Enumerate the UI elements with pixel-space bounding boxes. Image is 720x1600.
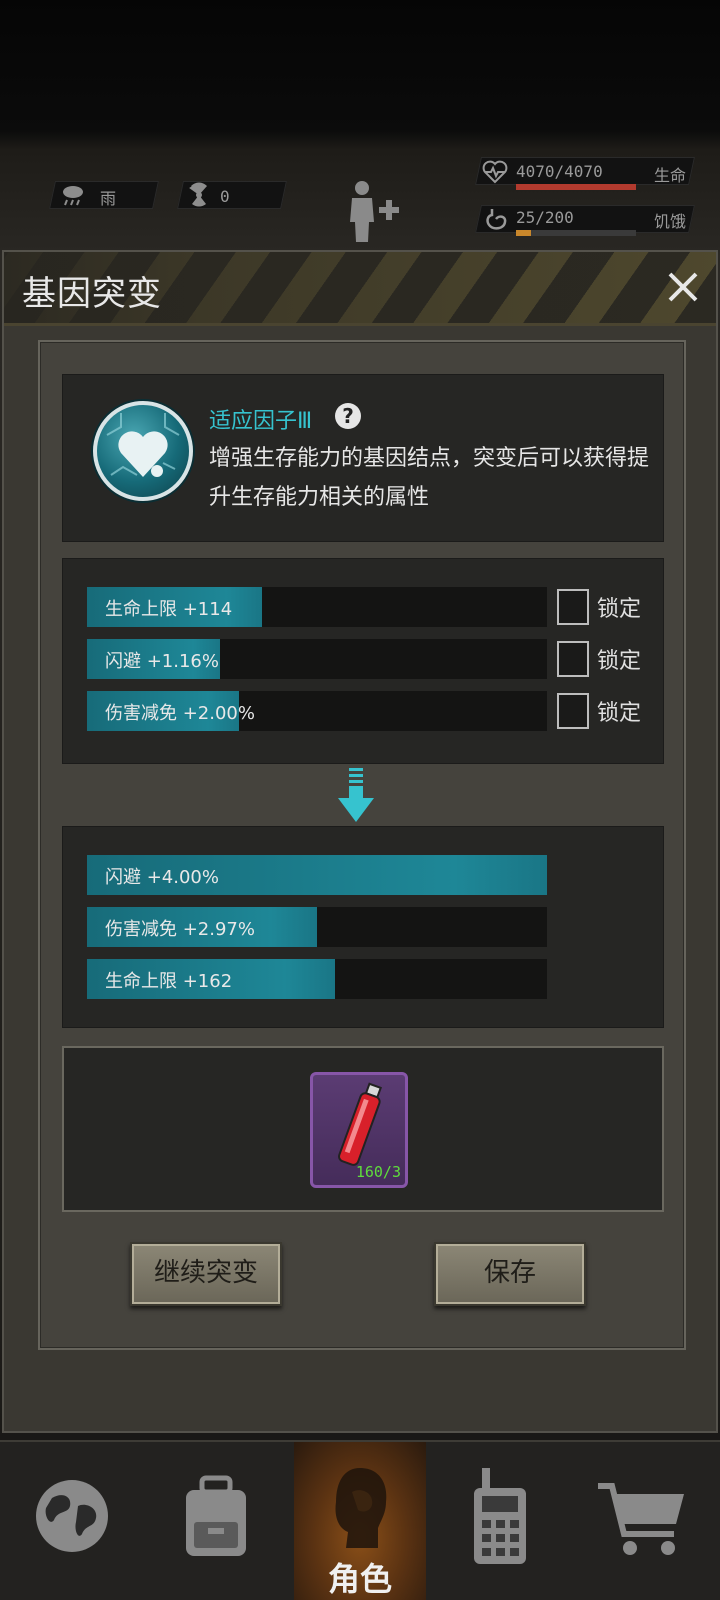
gene-name: 适应因子Ⅲ (209, 409, 313, 434)
nav-item-character[interactable]: 角色 (294, 1442, 426, 1600)
item-count: 160/3 (355, 1163, 401, 1181)
current-stats-box: 生命上限 +114 锁定 闪避 +1.16% 锁定 伤害减免 +2.00% 锁定 (62, 558, 664, 764)
lock-checkbox[interactable] (557, 641, 589, 677)
health-bar-fill (516, 184, 636, 190)
lock-checkbox[interactable] (557, 693, 589, 729)
health-bar (516, 184, 636, 190)
walkie-talkie-icon (474, 1468, 526, 1564)
gene-info-box: 适应因子Ⅲ ? 增强生存能力的基因结点，突变后可以获得提升生存能力相关的属性 (62, 374, 664, 542)
dialog-title: 基因突变 (22, 274, 162, 314)
bottom-nav: 角色 (0, 1440, 720, 1600)
weather-label: 雨 (100, 189, 117, 208)
hunger-label: 饥饿 (654, 212, 687, 231)
current-stat-row: 闪避 +1.16% (87, 639, 547, 679)
serum-item-slot[interactable]: 160/3 (310, 1072, 408, 1188)
close-icon[interactable] (660, 264, 706, 310)
stat-text: 闪避 +1.16% (105, 651, 219, 672)
current-stat-row: 伤害减免 +2.00% (87, 691, 547, 731)
save-button[interactable]: 保存 (434, 1242, 586, 1306)
lock-checkbox[interactable] (557, 589, 589, 625)
radiation-value: 0 (220, 187, 230, 206)
stomach-icon (486, 209, 507, 230)
mutation-panel: 适应因子Ⅲ ? 增强生存能力的基因结点，突变后可以获得提升生存能力相关的属性 生… (38, 340, 686, 1350)
lock-label: 锁定 (597, 649, 642, 674)
gene-heart-icon (93, 401, 193, 501)
stat-text: 伤害减免 +2.97% (105, 919, 255, 940)
stat-text: 生命上限 +162 (105, 971, 233, 992)
health-value: 4070/4070 (516, 162, 603, 181)
nav-item-backpack[interactable] (150, 1442, 282, 1600)
health-label: 生命 (654, 166, 687, 185)
hunger-value: 25/200 (516, 208, 574, 227)
new-stat-row: 伤害减免 +2.97% (87, 907, 547, 947)
gene-description: 增强生存能力的基因结点，突变后可以获得提升生存能力相关的属性 (209, 446, 650, 510)
backpack-icon (186, 1475, 246, 1556)
new-stat-row: 生命上限 +162 (87, 959, 547, 999)
radiation-icon (189, 182, 207, 207)
hunger-bar-fill (516, 230, 531, 236)
arrow-down-icon (338, 768, 374, 822)
hunger-bar (516, 230, 636, 236)
stat-text: 生命上限 +114 (105, 599, 233, 620)
nav-item-radio[interactable] (438, 1442, 570, 1600)
character-head-icon (335, 1468, 387, 1548)
new-stats-box: 闪避 +4.00% 伤害减免 +2.97% 生命上限 +162 (62, 826, 664, 1028)
body-plus-icon[interactable] (340, 178, 408, 246)
continue-mutation-button[interactable]: 继续突变 (130, 1242, 282, 1306)
gene-mutation-dialog: 基因突变 适应因子Ⅲ ? 增强生存能力的基因结点，突变后可以获得提升生存能力相关… (2, 250, 718, 1433)
globe-icon (36, 1480, 108, 1552)
nav-item-world[interactable] (6, 1442, 138, 1600)
rain-cloud-icon (63, 186, 83, 206)
cart-icon (598, 1483, 684, 1555)
new-stat-row: 闪避 +4.00% (87, 855, 547, 895)
nav-item-shop[interactable] (582, 1442, 714, 1600)
stat-text: 闪避 +4.00% (105, 867, 219, 888)
lock-label: 锁定 (597, 597, 642, 622)
cost-box: 160/3 (62, 1046, 664, 1212)
help-icon[interactable]: ? (335, 403, 361, 429)
lock-label: 锁定 (597, 701, 642, 726)
nav-label-character: 角色 (327, 1560, 392, 1598)
heart-pulse-icon (482, 160, 508, 184)
stat-text: 伤害减免 +2.00% (105, 703, 255, 724)
current-stat-row: 生命上限 +114 (87, 587, 547, 627)
